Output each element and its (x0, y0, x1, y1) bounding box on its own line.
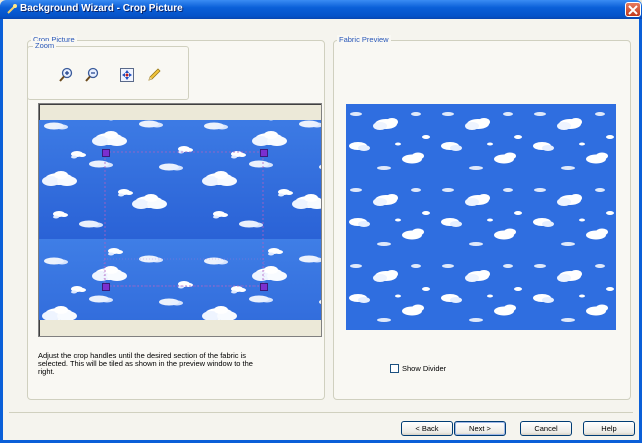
title-bar[interactable]: Background Wizard - Crop Picture (0, 0, 642, 19)
crop-handle-top-right[interactable] (260, 149, 268, 157)
fabric-image (39, 120, 321, 320)
zoom-in-icon (59, 67, 73, 82)
zoom-out-icon (85, 67, 99, 82)
zoom-out-button[interactable] (81, 64, 103, 86)
crop-handle-bottom-right[interactable] (260, 283, 268, 291)
crop-handle-top-left[interactable] (102, 149, 110, 157)
zoom-label: Zoom (33, 41, 57, 50)
next-button[interactable]: Next > (454, 421, 506, 436)
checkbox-box[interactable] (390, 364, 399, 373)
fabric-preview-label: Fabric Preview (337, 35, 391, 44)
show-divider-checkbox[interactable]: Show Divider (390, 364, 446, 373)
fabric-preview-image (346, 104, 616, 330)
close-icon (628, 5, 638, 15)
window-title: Background Wizard - Crop Picture (20, 3, 183, 14)
pencil-icon (148, 68, 161, 81)
pencil-button[interactable] (143, 64, 165, 86)
crop-handle-bottom-left[interactable] (102, 283, 110, 291)
show-divider-label: Show Divider (402, 364, 447, 373)
instructions-text: Adjust the crop handles until the desire… (38, 351, 253, 376)
back-button[interactable]: < Back (401, 421, 453, 436)
cancel-button[interactable]: Cancel (520, 421, 572, 436)
help-button[interactable]: Help (583, 421, 635, 436)
crop-canvas[interactable] (38, 103, 322, 337)
zoom-fit-icon (120, 68, 134, 82)
close-button[interactable] (625, 2, 641, 17)
zoom-in-button[interactable] (55, 64, 77, 86)
wizard-icon (7, 4, 17, 14)
zoom-fit-button[interactable] (116, 64, 138, 86)
button-separator (9, 412, 633, 413)
